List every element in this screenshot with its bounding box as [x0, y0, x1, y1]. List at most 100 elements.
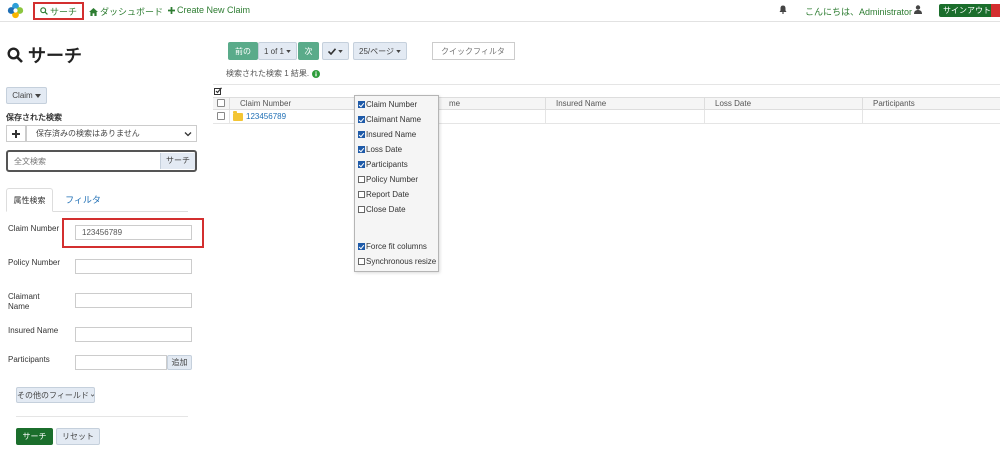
checkbox-checked-icon[interactable]: [358, 146, 365, 153]
checkbox-unchecked-icon[interactable]: [358, 191, 365, 198]
signout-button[interactable]: サインアウト: [939, 4, 995, 17]
column-option-policy-number[interactable]: Policy Number: [358, 175, 418, 184]
checkmark-icon: [328, 47, 336, 55]
checkbox-checked-icon[interactable]: [358, 101, 365, 108]
app-logo-icon[interactable]: [7, 2, 24, 19]
checkbox-checked-icon[interactable]: [358, 161, 365, 168]
per-page-label: 25/ページ: [359, 46, 394, 56]
saved-search-select[interactable]: 保存済みの検索はありません: [26, 125, 197, 142]
fulltext-search-input[interactable]: [10, 154, 160, 168]
add-participant-button[interactable]: 追加: [167, 355, 192, 370]
column-option-label: Policy Number: [366, 175, 419, 184]
policy-number-label: Policy Number: [8, 258, 61, 267]
column-chooser-popup: Claim Number Claimant Name Insured Name …: [354, 95, 439, 272]
column-option-claimant-name[interactable]: Claimant Name: [358, 115, 421, 124]
caret-down-icon: [396, 49, 401, 53]
caret-down-icon: [286, 49, 291, 53]
option-force-fit-columns[interactable]: Force fit columns: [358, 242, 427, 251]
claim-number-link[interactable]: 123456789: [233, 110, 287, 121]
fulltext-search-group: サーチ: [6, 150, 197, 172]
page-selector[interactable]: 1 of 1: [258, 42, 297, 60]
nav-search-label: サーチ: [50, 6, 78, 17]
insured-name-input[interactable]: [75, 327, 192, 342]
page-selector-label: 1 of 1: [263, 46, 284, 56]
checkbox-checked-icon[interactable]: [358, 131, 365, 138]
nav-search-link[interactable]: サーチ: [33, 2, 85, 20]
chevron-down-icon: [184, 132, 192, 137]
next-page-button[interactable]: 次: [298, 42, 319, 60]
tab-attribute-search[interactable]: 属性検索: [6, 188, 53, 212]
column-option-report-date[interactable]: Report Date: [358, 190, 409, 199]
checkbox-checked-icon[interactable]: [358, 116, 365, 123]
insured-name-label: Insured Name: [8, 326, 59, 335]
column-option-label: Close Date: [366, 205, 406, 214]
column-option-label: Participants: [366, 160, 408, 169]
notification-badge[interactable]: [991, 4, 1000, 17]
column-header-claimant-name[interactable]: me: [438, 98, 546, 109]
search-submit-button[interactable]: サーチ: [16, 428, 53, 445]
page-title-text: サーチ: [28, 46, 82, 66]
column-option-close-date[interactable]: Close Date: [358, 205, 406, 214]
form-divider: [16, 416, 188, 417]
participants-input[interactable]: [75, 355, 167, 370]
caret-down-icon: [34, 93, 41, 98]
more-fields-dropdown[interactable]: その他のフィールド: [16, 387, 95, 403]
row-checkbox[interactable]: [217, 112, 225, 120]
page-title: サーチ: [7, 42, 82, 68]
row-cell-loss-date: [704, 110, 862, 123]
option-synchronous-resize[interactable]: Synchronous resize: [358, 257, 436, 266]
add-saved-search-button[interactable]: [6, 125, 26, 142]
nav-dashboard-link[interactable]: ダッシュボード: [89, 5, 163, 18]
column-option-insured-name[interactable]: Insured Name: [358, 130, 416, 139]
nav-dashboard-label: ダッシュボード: [100, 7, 164, 17]
column-header-claim-number[interactable]: Claim Number: [229, 98, 354, 109]
info-icon[interactable]: [312, 69, 321, 78]
table-row[interactable]: 123456789: [213, 110, 1000, 124]
tab-filter[interactable]: フィルタ: [63, 188, 103, 212]
results-text: 検索された検索 1 結果.: [226, 69, 310, 78]
greeting-text: こんにちは、Administrator: [805, 7, 913, 17]
checkbox-unchecked-icon[interactable]: [358, 258, 365, 265]
column-option-label: Loss Date: [366, 145, 403, 154]
column-header-loss-date[interactable]: Loss Date: [704, 98, 862, 109]
user-icon[interactable]: [914, 5, 922, 14]
column-option-loss-date[interactable]: Loss Date: [358, 145, 402, 154]
column-option-label: Claimant Name: [366, 115, 422, 124]
checkbox-unchecked-icon[interactable]: [358, 176, 365, 183]
quick-filter-input[interactable]: [432, 42, 515, 60]
saved-search-select-value: 保存済みの検索はありません: [36, 129, 140, 138]
entity-type-label: Claim: [12, 91, 33, 100]
search-tabs: 属性検索 フィルタ: [6, 188, 188, 212]
checkbox-checked-icon[interactable]: [358, 243, 365, 250]
select-all-checkbox[interactable]: [217, 99, 225, 107]
column-option-claim-number[interactable]: Claim Number: [358, 100, 417, 109]
nav-create-claim-link[interactable]: Create New Claim: [168, 5, 250, 15]
results-summary: 検索された検索 1 結果.: [226, 68, 321, 79]
policy-number-input[interactable]: [75, 259, 192, 274]
claimant-name-input[interactable]: [75, 293, 192, 308]
search-icon: [7, 47, 23, 63]
row-cell-participants: [862, 110, 1000, 123]
claim-number-highlight: [62, 218, 204, 248]
column-option-label: Report Date: [366, 190, 410, 199]
check-square-icon[interactable]: [214, 87, 222, 95]
claim-number-link-text: 123456789: [246, 112, 287, 121]
reset-button[interactable]: リセット: [56, 428, 100, 445]
per-page-selector[interactable]: 25/ページ: [353, 42, 407, 60]
plus-icon: [12, 130, 20, 138]
column-option-label: Insured Name: [366, 130, 417, 139]
entity-type-dropdown[interactable]: Claim: [6, 87, 47, 104]
column-header-insured-name[interactable]: Insured Name: [545, 98, 704, 109]
claimant-name-label: Claimant Name: [8, 292, 40, 311]
more-fields-label: その他のフィールド: [17, 390, 89, 400]
column-header-participants[interactable]: Participants: [862, 98, 1000, 109]
bell-icon[interactable]: [779, 5, 787, 14]
folder-icon: [233, 110, 243, 121]
column-chooser-button[interactable]: [322, 42, 349, 60]
caret-down-icon: [338, 49, 343, 53]
checkbox-unchecked-icon[interactable]: [358, 206, 365, 213]
fulltext-search-button[interactable]: サーチ: [160, 153, 195, 169]
prev-page-button[interactable]: 前の: [228, 42, 258, 60]
column-option-participants[interactable]: Participants: [358, 160, 408, 169]
column-option-label: Force fit columns: [366, 242, 427, 251]
